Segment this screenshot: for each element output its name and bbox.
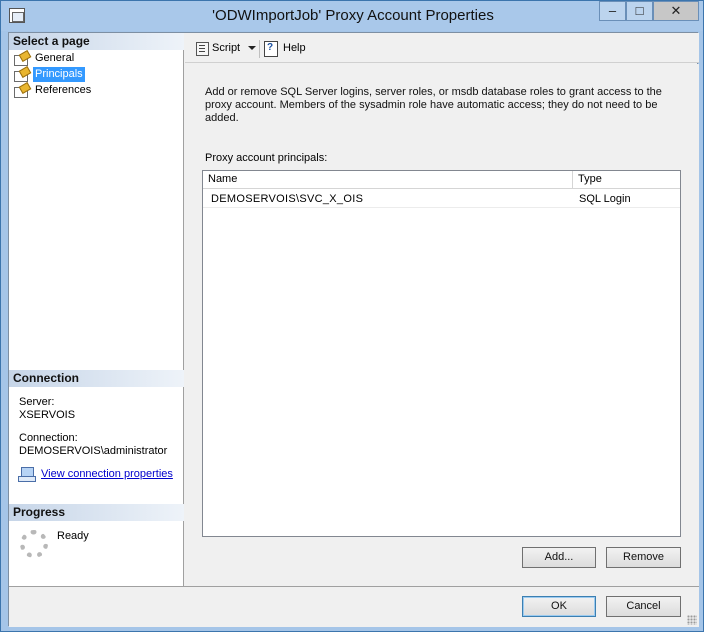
table-row[interactable]: DEMOSERVOIS\SVC_X_OIS SQL Login (203, 190, 680, 208)
principal-name-cell: DEMOSERVOIS\SVC_X_OIS (211, 193, 364, 205)
page-item-label: Principals (33, 67, 85, 82)
dialog-footer: OK Cancel (9, 586, 699, 627)
left-pane: Select a page General Principals Referen… (9, 33, 184, 586)
add-button[interactable]: Add... (522, 547, 596, 568)
page-item-principals[interactable]: Principals (13, 67, 173, 83)
help-icon (263, 41, 279, 57)
resize-grip-icon[interactable] (687, 615, 697, 625)
connection-properties-icon (18, 467, 36, 482)
server-label: Server: (19, 396, 55, 408)
connection-label: Connection: (19, 432, 78, 444)
principals-grid-label: Proxy account principals: (205, 152, 328, 164)
remove-button[interactable]: Remove (606, 547, 681, 568)
minimize-button[interactable]: – (599, 1, 626, 21)
page-description: Add or remove SQL Server logins, server … (205, 86, 662, 124)
properties-page-icon (13, 68, 29, 82)
principal-type-cell: SQL Login (579, 193, 631, 205)
close-button[interactable]: ✕ (653, 1, 699, 21)
page-item-label: References (35, 84, 92, 96)
properties-dialog: 'ODWImportJob' Proxy Account Properties … (0, 0, 704, 632)
column-header-type[interactable]: Type (573, 171, 680, 188)
script-dropdown-arrow-icon[interactable] (248, 46, 256, 50)
script-button[interactable]: Script (212, 41, 240, 57)
toolbar-separator (259, 40, 260, 58)
progress-header: Progress (9, 504, 184, 521)
page-item-label: General (35, 52, 75, 64)
title-bar[interactable]: 'ODWImportJob' Proxy Account Properties … (1, 1, 703, 31)
page-item-general[interactable]: General (13, 51, 173, 67)
progress-spinner-icon (20, 530, 48, 558)
select-page-header: Select a page (9, 33, 184, 50)
column-header-name[interactable]: Name (203, 171, 573, 188)
view-connection-properties-link[interactable]: View connection properties (41, 468, 173, 481)
properties-page-icon (13, 84, 29, 98)
principals-grid[interactable]: Name Type DEMOSERVOIS\SVC_X_OIS SQL Logi… (202, 170, 681, 537)
dialog-client-area: Select a page General Principals Referen… (8, 32, 699, 627)
connection-header: Connection (9, 370, 184, 387)
page-item-references[interactable]: References (13, 83, 173, 99)
ok-button[interactable]: OK (522, 596, 596, 617)
script-icon (194, 41, 210, 56)
toolbar: Script Help (185, 33, 699, 63)
cancel-button[interactable]: Cancel (606, 596, 681, 617)
progress-status: Ready (57, 530, 89, 542)
grid-header: Name Type (203, 171, 680, 189)
principals-page: Add or remove SQL Server logins, server … (185, 64, 699, 586)
connection-value: DEMOSERVOIS\administrator (19, 445, 168, 457)
help-button[interactable]: Help (283, 41, 306, 57)
properties-page-icon (13, 52, 29, 66)
maximize-button[interactable]: □ (626, 1, 653, 21)
server-value: XSERVOIS (19, 409, 76, 421)
